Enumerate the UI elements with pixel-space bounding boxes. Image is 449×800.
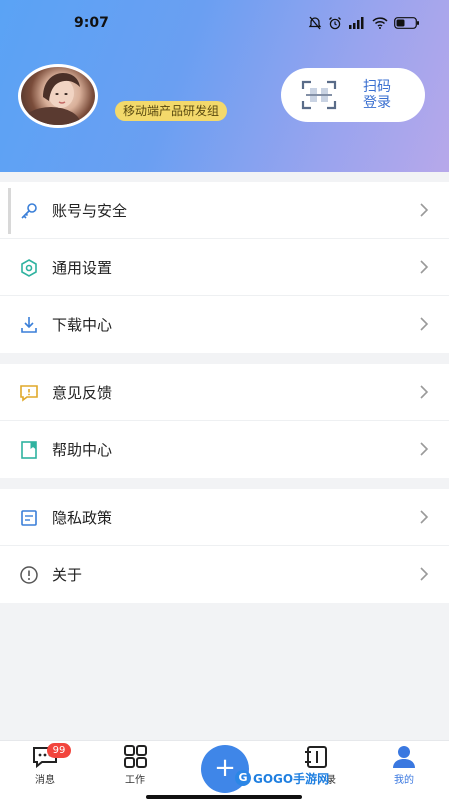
menu-group-account: 账号与安全 通用设置 下载中心: [0, 182, 449, 353]
tab-mine[interactable]: 我的: [374, 745, 434, 786]
tab-messages[interactable]: 99 消息: [15, 743, 75, 786]
tab-work[interactable]: 工作: [105, 745, 165, 786]
cellular-signal-icon: [349, 17, 364, 29]
settings-hexagon-icon: [21, 259, 37, 277]
menu-item-about[interactable]: 关于: [0, 546, 449, 603]
avatar[interactable]: [18, 64, 98, 128]
scan-login-label: 扫码登录: [363, 79, 391, 111]
menu-item-general-settings[interactable]: 通用设置: [0, 239, 449, 296]
status-time: 9:07: [74, 15, 109, 31]
status-icons: [308, 14, 420, 32]
document-icon: [21, 510, 37, 526]
menu-label: 意见反馈: [52, 384, 113, 402]
unread-badge: 99: [47, 743, 71, 758]
alarm-off-icon: [308, 16, 322, 30]
battery-icon: [394, 17, 419, 29]
feedback-icon: [20, 385, 38, 402]
menu-label: 帮助中心: [52, 441, 113, 459]
chevron-right-icon: [420, 442, 429, 456]
grid-icon: [124, 745, 147, 768]
menu-item-download-center[interactable]: 下载中心: [0, 296, 449, 353]
menu-label: 隐私政策: [52, 509, 113, 527]
chevron-right-icon: [420, 385, 429, 399]
key-icon: [21, 203, 37, 219]
home-indicator[interactable]: [146, 795, 302, 799]
menu-group-support: 意见反馈 帮助中心: [0, 364, 449, 478]
scan-qr-icon: [301, 80, 337, 110]
tab-label: 我的: [394, 775, 414, 786]
profile-header: 9:07 移动端产品研发组 扫码登录: [0, 0, 449, 172]
person-icon: [393, 746, 415, 768]
download-icon: [21, 317, 37, 333]
help-book-icon: [21, 441, 37, 459]
chevron-right-icon: [420, 203, 429, 217]
scan-login-button[interactable]: 扫码登录: [281, 68, 425, 122]
status-bar: 9:07: [0, 0, 449, 44]
wifi-icon: [372, 17, 388, 29]
menu-label: 下载中心: [52, 316, 113, 334]
tab-label: 工作: [125, 775, 145, 786]
chevron-right-icon: [420, 567, 429, 581]
menu-item-feedback[interactable]: 意见反馈: [0, 364, 449, 421]
chevron-right-icon: [420, 317, 429, 331]
watermark: G GOGO手游网: [235, 768, 329, 788]
chevron-right-icon: [420, 260, 429, 274]
menu-label: 账号与安全: [52, 202, 128, 220]
menu-item-account-security[interactable]: 账号与安全: [0, 182, 449, 239]
menu-label: 通用设置: [52, 259, 113, 277]
group-name-badge: 移动端产品研发组: [115, 101, 228, 121]
menu-label: 关于: [52, 566, 83, 584]
contacts-book-icon: [305, 746, 327, 768]
tab-label: 消息: [35, 775, 55, 786]
menu-item-privacy-policy[interactable]: 隐私政策: [0, 489, 449, 546]
info-icon: [20, 566, 38, 584]
alarm-clock-icon: [329, 17, 341, 30]
selection-indicator: [8, 188, 11, 234]
avatar-portrait-icon: [21, 73, 81, 125]
watermark-logo-icon: G: [235, 770, 251, 786]
watermark-text: GOGO手游网: [253, 771, 330, 786]
chevron-right-icon: [420, 510, 429, 524]
menu-item-help-center[interactable]: 帮助中心: [0, 421, 449, 478]
menu-group-about: 隐私政策 关于: [0, 489, 449, 603]
